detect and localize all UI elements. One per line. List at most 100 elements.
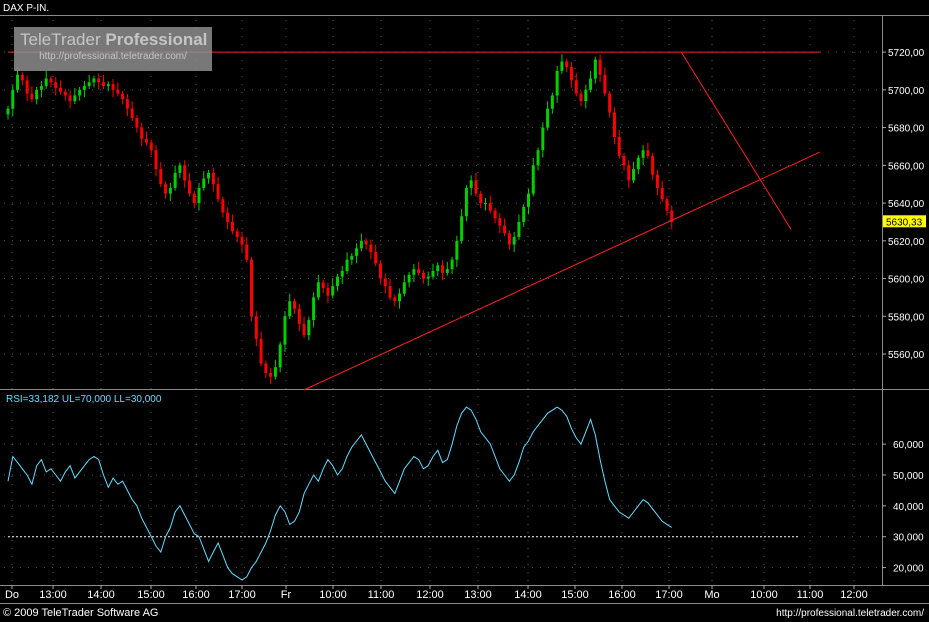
- candle-body: [140, 127, 144, 139]
- candle-body: [632, 169, 636, 181]
- candle-body: [130, 108, 134, 119]
- candle-body: [417, 269, 421, 273]
- candle-body: [87, 82, 91, 87]
- time-gridlines: [11, 20, 855, 583]
- rsi-tick-label: 30,000: [893, 533, 924, 544]
- trendline-layer[interactable]: [8, 51, 820, 391]
- price-tick-label: 5620,00: [888, 237, 925, 248]
- candle-body: [226, 212, 230, 222]
- candle-body: [369, 244, 373, 253]
- candle-body: [331, 286, 335, 296]
- candle-body: [651, 155, 655, 175]
- candle-body: [517, 221, 521, 238]
- candle-body: [608, 93, 612, 113]
- candle-body: [579, 93, 583, 102]
- candle-body: [526, 193, 530, 207]
- candle-body: [135, 118, 139, 128]
- candle-body: [598, 59, 602, 75]
- candle-body: [54, 82, 58, 88]
- candle-body: [498, 218, 502, 226]
- candle-body: [431, 270, 435, 277]
- candle-body: [536, 150, 540, 166]
- rsi-line: [7, 406, 672, 581]
- candle-body: [30, 93, 34, 100]
- candle-body: [627, 165, 631, 181]
- candle-body: [73, 95, 77, 102]
- candle-body: [68, 95, 72, 102]
- candle-body: [560, 61, 564, 71]
- time-tick-label: 11:00: [797, 589, 824, 601]
- candlestick-series: [6, 54, 674, 385]
- chart-window: 5560,00 5580,00 5600,00 5620,00 5640,00 5660,…: [0, 0, 929, 622]
- rsi-tick-label: 40,000: [893, 502, 924, 513]
- candle-body: [612, 112, 616, 138]
- candle-body: [393, 297, 397, 302]
- candle-body: [44, 78, 48, 87]
- time-axis: Do 13:00 14:00 15:00 16:00 17:00 Fr 10:00 11:00 1…: [5, 585, 868, 601]
- candle-body: [159, 169, 163, 185]
- footer-url[interactable]: http://professional.teletrader.com/: [776, 608, 924, 619]
- chart-canvas[interactable]: 5560,00 5580,00 5600,00 5620,00 5640,00 5660,…: [0, 0, 929, 622]
- candle-body: [192, 193, 196, 204]
- candle-body: [445, 269, 449, 273]
- candle-body: [335, 276, 339, 287]
- time-tick-label: 10:00: [750, 589, 778, 601]
- time-tick-label: 13:00: [464, 589, 492, 601]
- watermark-brand-b: Professional: [105, 30, 208, 49]
- instrument-label: DAX P-IN.: [3, 3, 49, 14]
- candle-body: [144, 138, 148, 143]
- candle-body: [11, 89, 15, 109]
- candle-body: [345, 259, 349, 271]
- candle-body: [622, 155, 626, 166]
- candle-body: [436, 265, 440, 271]
- candle-body: [326, 287, 330, 296]
- candle-body: [555, 70, 559, 96]
- candle-body: [355, 248, 359, 256]
- candle-body: [273, 367, 277, 377]
- candle-body: [589, 78, 593, 90]
- candle-body: [173, 172, 177, 188]
- price-tick-label: 5580,00: [888, 312, 925, 323]
- candle-body: [665, 199, 669, 211]
- candle-body: [187, 180, 191, 194]
- candle-body: [569, 67, 573, 81]
- candle-body: [16, 74, 20, 90]
- candle-body: [297, 308, 301, 324]
- candle-body: [168, 187, 172, 194]
- time-tick-label: 12:00: [416, 589, 444, 601]
- candle-body: [149, 142, 153, 151]
- candle-body: [164, 184, 168, 194]
- candle-body: [374, 252, 378, 264]
- candle-body: [398, 293, 402, 302]
- time-tick-label: 17:00: [655, 589, 683, 601]
- candle-body: [230, 221, 234, 232]
- price-tick-label: 5600,00: [888, 275, 925, 286]
- candle-body: [250, 259, 254, 317]
- candle-body: [288, 301, 292, 317]
- price-tick-label: 5680,00: [888, 124, 925, 135]
- rsi-series: [7, 406, 798, 581]
- price-tick-label: 5560,00: [888, 350, 925, 361]
- time-tick-label: 16:00: [182, 589, 210, 601]
- candle-body: [221, 199, 225, 213]
- rsi-tick-label: 60,000: [893, 440, 924, 451]
- candle-body: [531, 165, 535, 194]
- candle-body: [197, 187, 201, 204]
- candle-body: [550, 95, 554, 109]
- time-tick-label: 14:00: [514, 589, 542, 601]
- candle-body: [302, 323, 306, 336]
- candle-body: [216, 184, 220, 200]
- candle-body: [35, 89, 39, 100]
- candle-body: [92, 78, 96, 83]
- candle-body: [264, 363, 268, 373]
- time-tick-label: 11:00: [368, 589, 395, 601]
- candle-body: [39, 86, 43, 90]
- candle-body: [207, 172, 211, 179]
- trendline-falling-line: [680, 51, 792, 230]
- candle-body: [183, 165, 187, 181]
- price-tick-label: 5700,00: [888, 86, 925, 97]
- candle-body: [402, 282, 406, 294]
- candle-body: [617, 137, 621, 156]
- candle-body: [154, 150, 158, 170]
- time-tick-label: 10:00: [319, 589, 347, 601]
